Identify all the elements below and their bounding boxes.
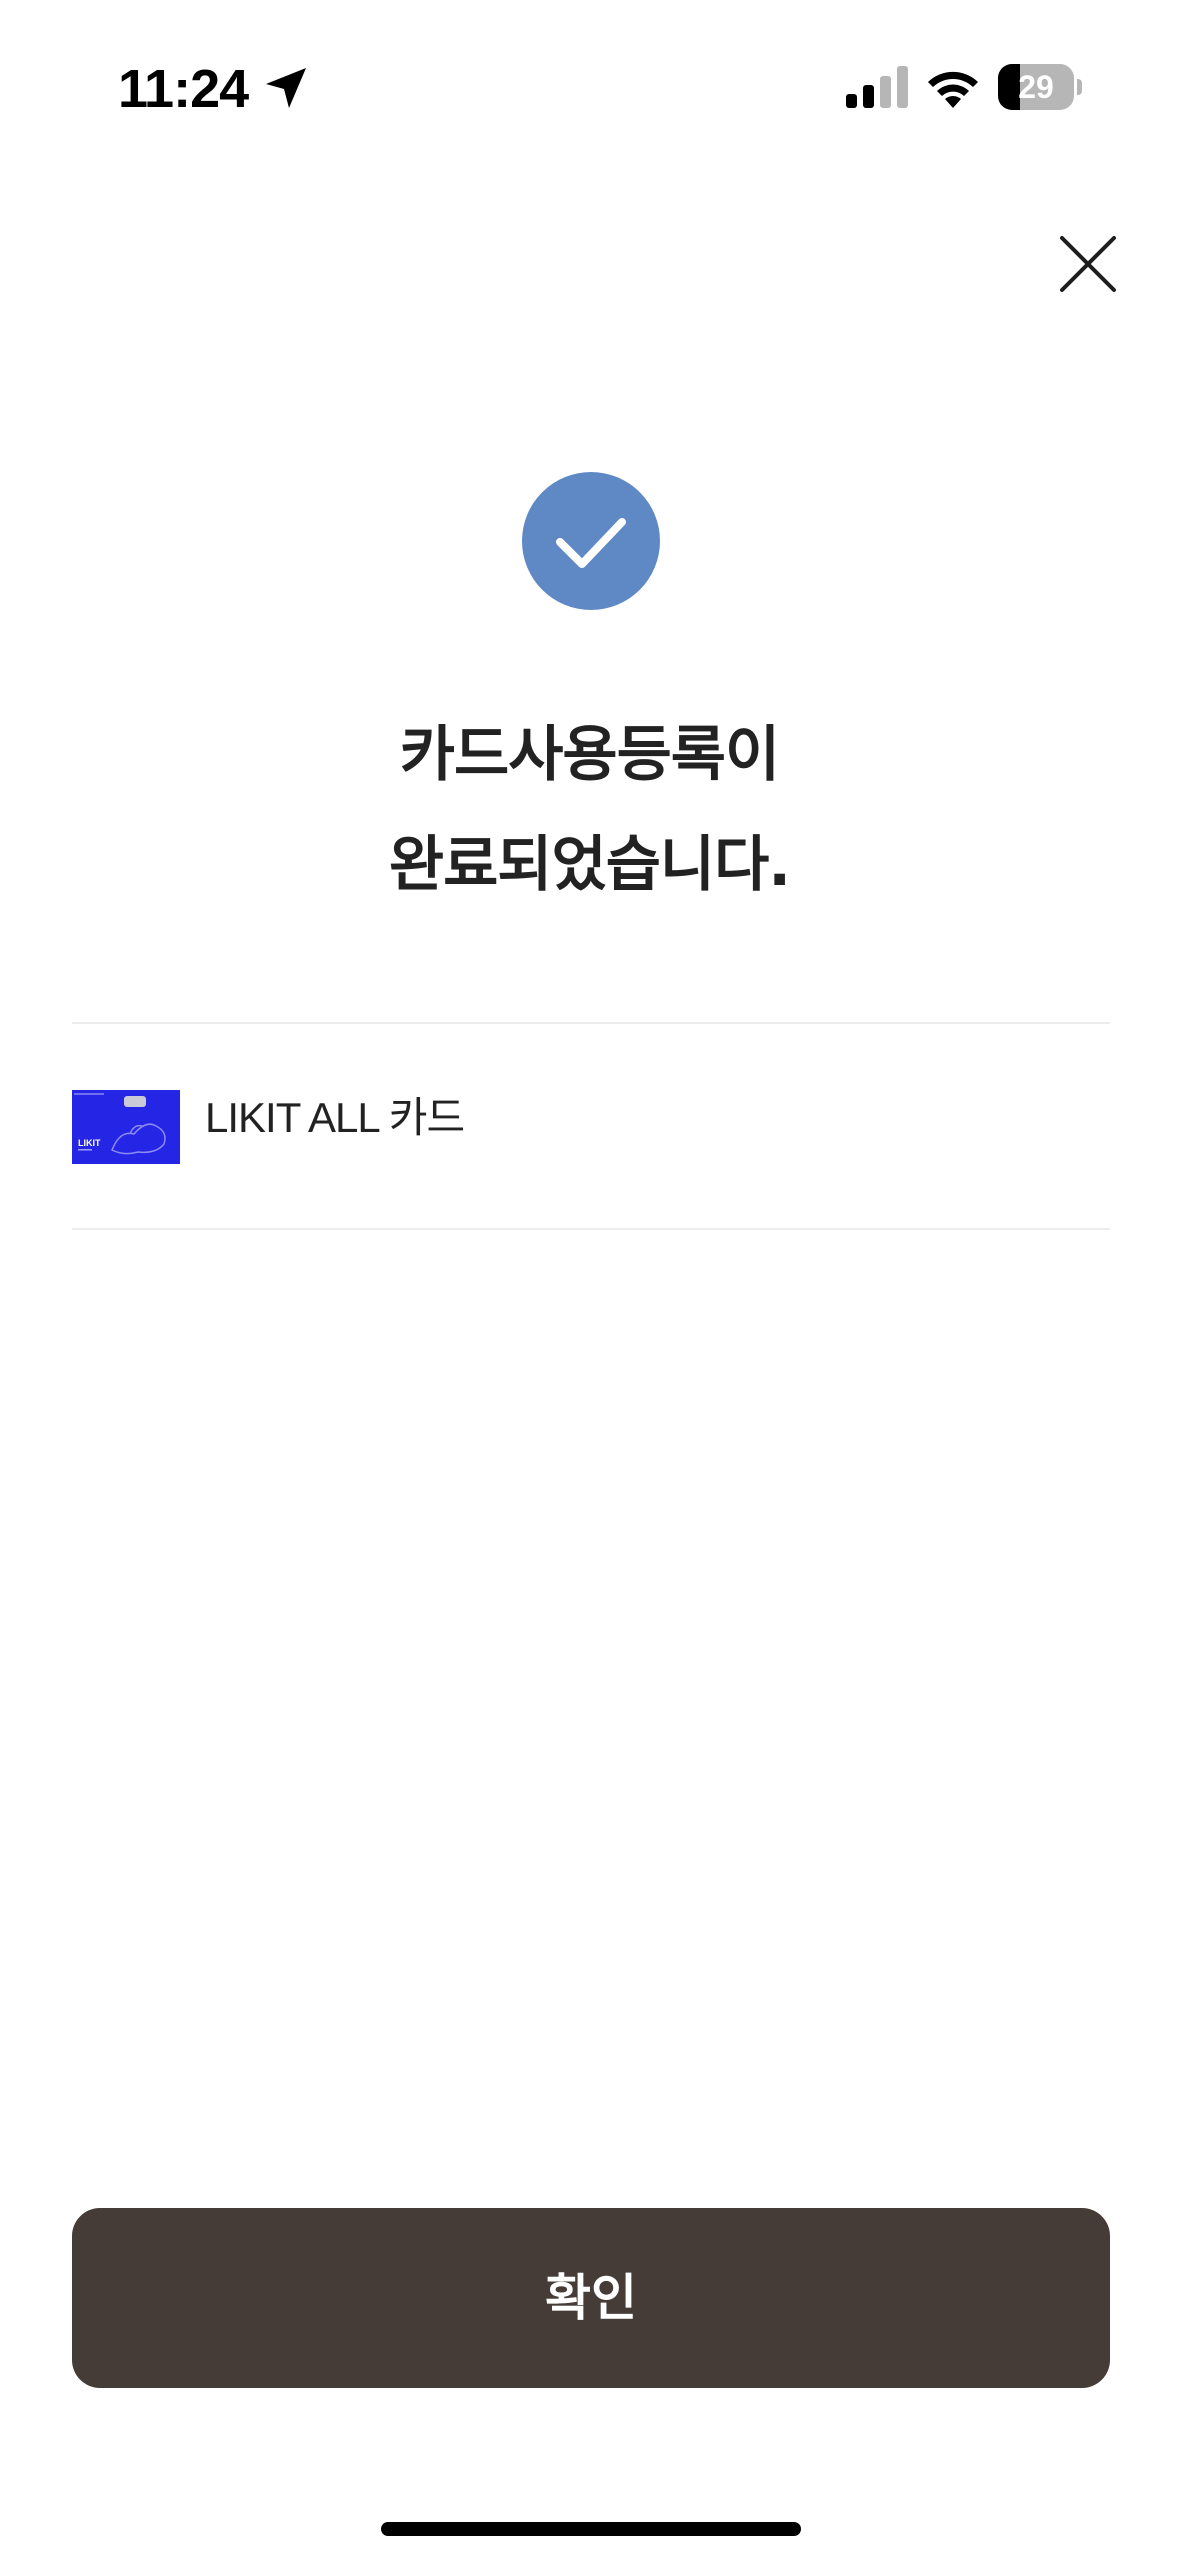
card-thumbnail-logo: LIKIT [78,1138,101,1148]
close-button[interactable] [1056,232,1120,296]
confirm-button[interactable]: 확인 [72,2208,1110,2388]
card-name: LIKIT ALL 카드 [205,1094,465,1141]
wifi-icon [928,71,978,108]
card-list-item: LIKIT LIKIT ALL 카드 [72,1022,1110,1228]
close-icon [1060,236,1116,292]
page-title: 카드사용등록이 완료되었습니다. [0,700,1179,920]
title-line-2: 완료되었습니다. [388,830,791,900]
battery-level: 29 [1018,69,1054,105]
battery-icon: 29 [998,64,1082,110]
check-circle-icon [522,472,660,610]
card-thumbnail: LIKIT [72,1090,180,1164]
title-line-1: 카드사용등록이 [399,720,780,790]
cellular-signal-icon [846,66,908,108]
status-bar: 11:24 29 [0,0,1179,170]
status-time: 11:24 [118,59,249,119]
divider-bottom [72,1228,1110,1230]
home-indicator[interactable] [381,2522,801,2536]
location-arrow-icon [266,68,306,108]
